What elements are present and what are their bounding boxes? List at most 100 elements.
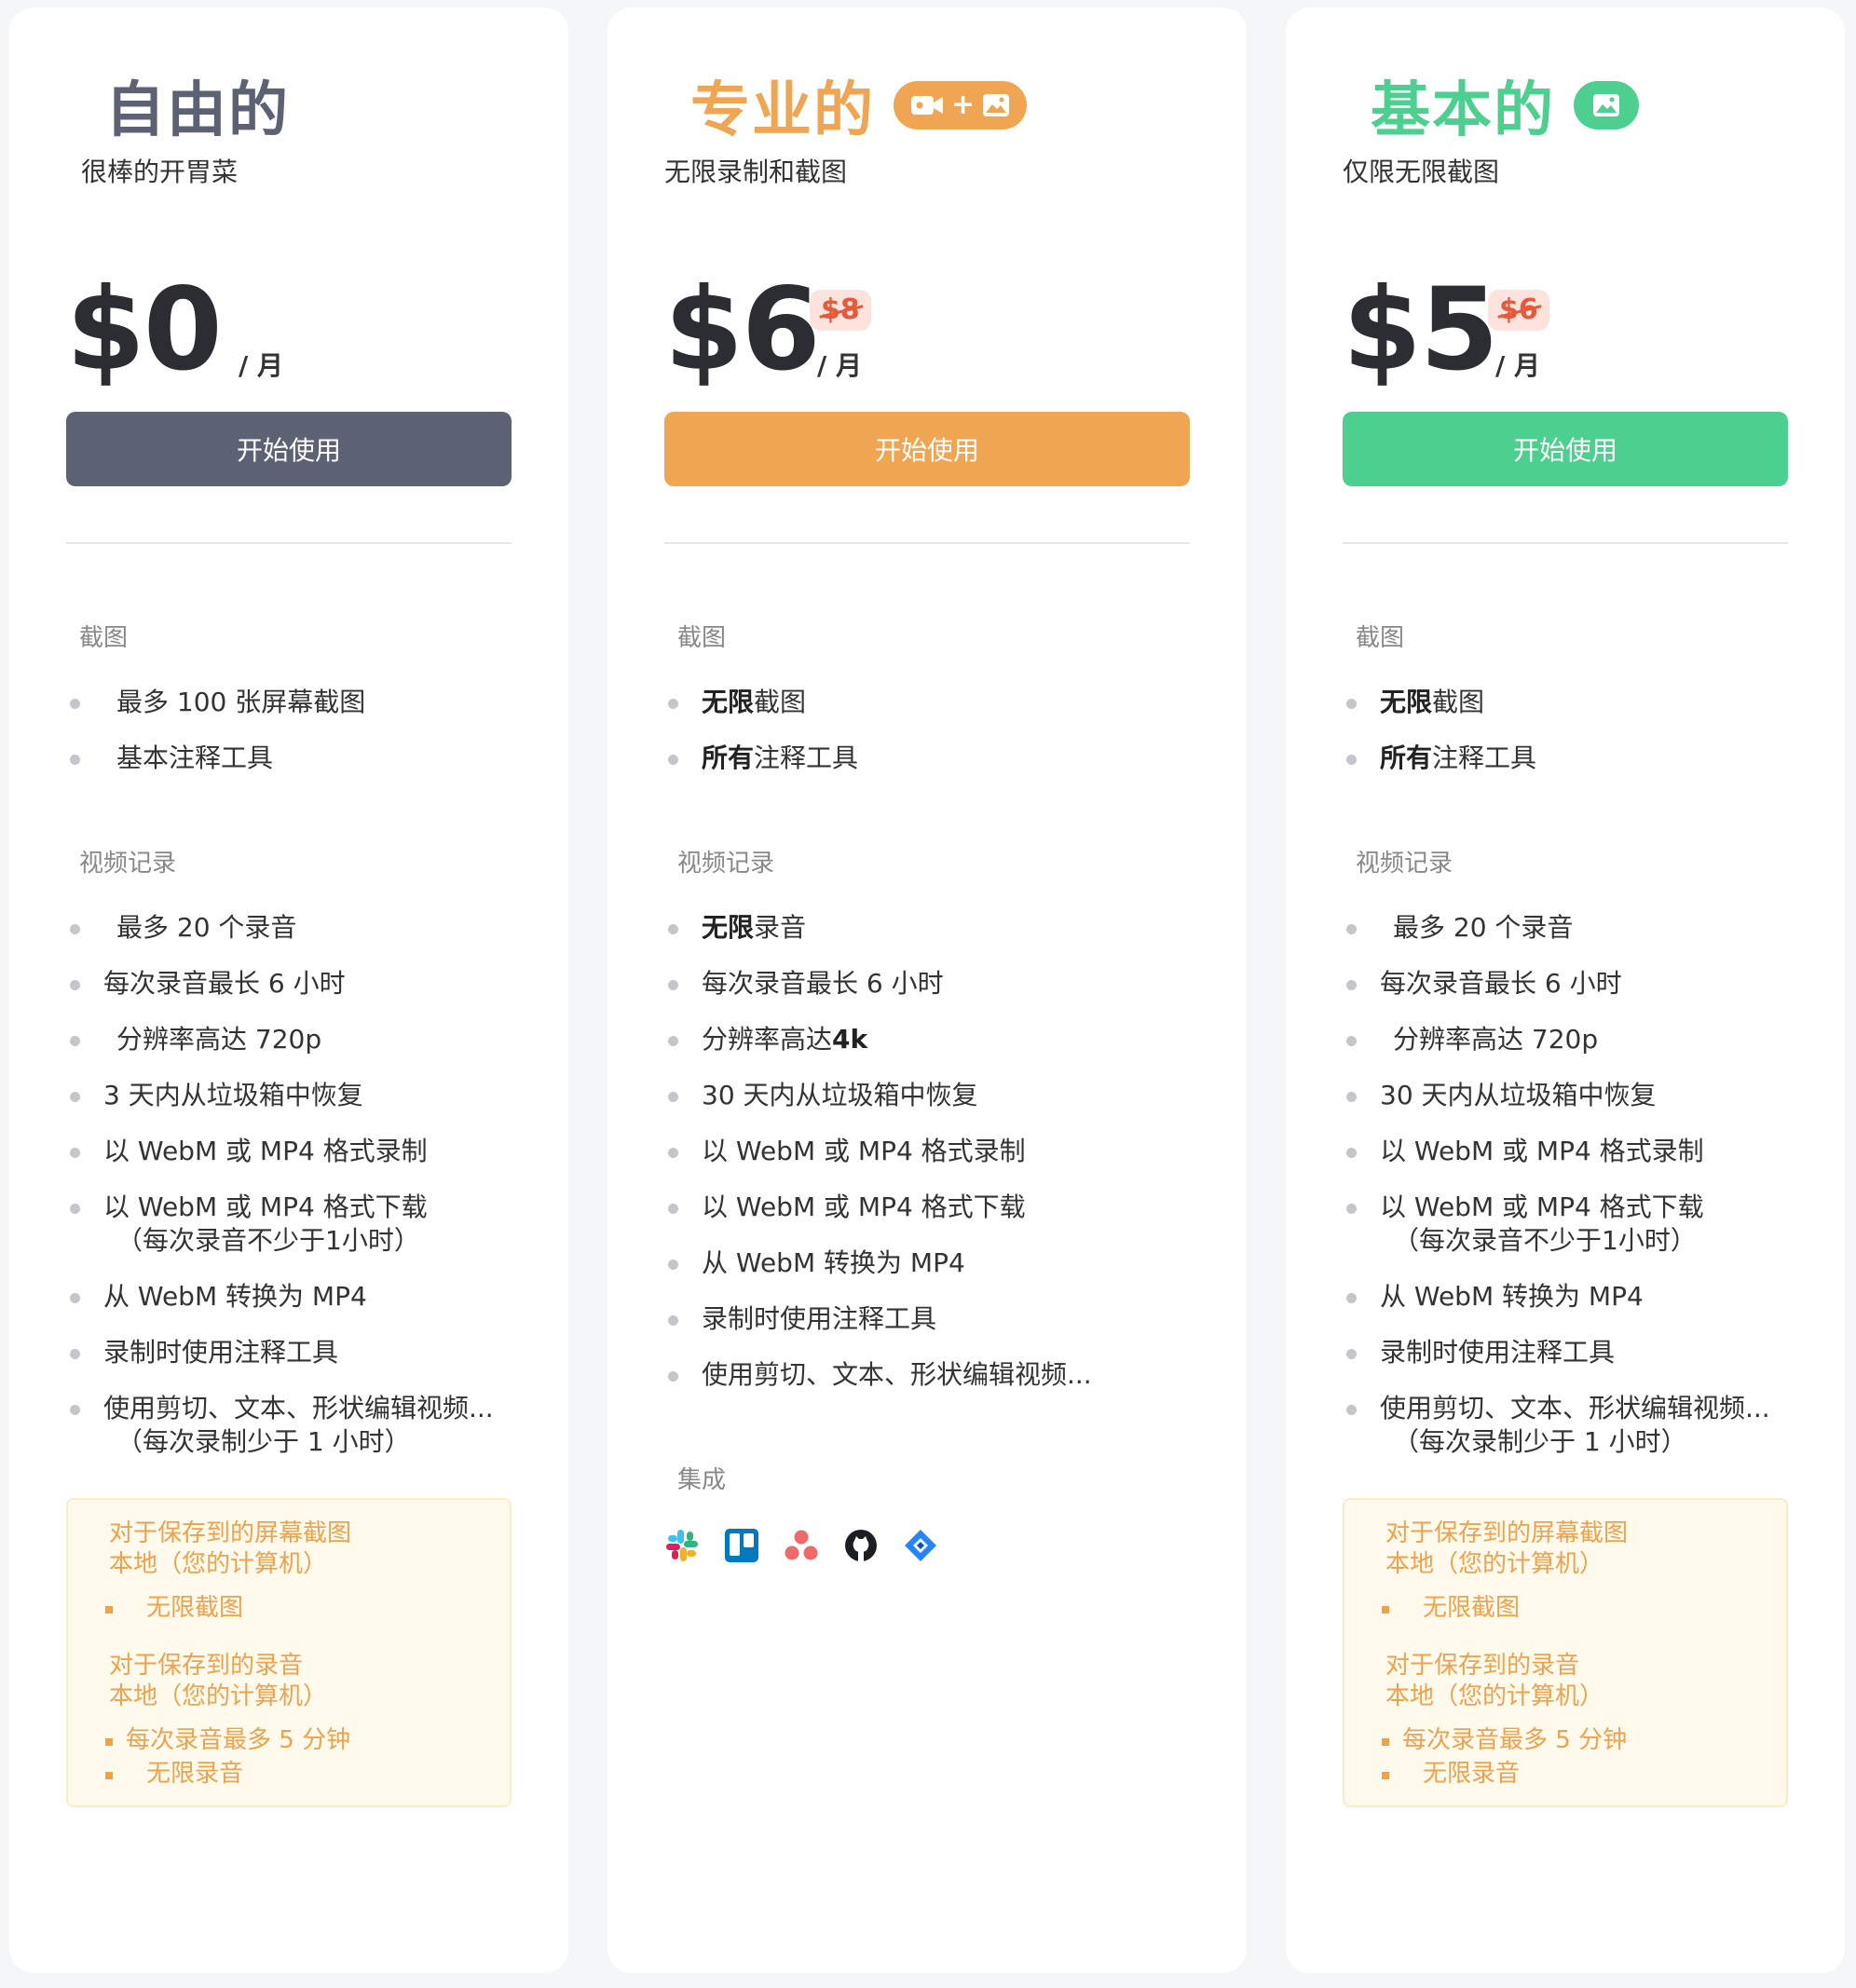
price: $5 bbox=[1343, 264, 1499, 396]
local-item: 无限截图 bbox=[1382, 1593, 1520, 1624]
list-item: 从 WebM 转换为 MP4 bbox=[664, 1246, 1190, 1280]
list-item: 分辨率高达 720p bbox=[1343, 1023, 1788, 1056]
list-item: 无限截图 bbox=[1343, 686, 1788, 719]
list-item: 所有注释工具 bbox=[1343, 742, 1788, 775]
section-label-screenshots: 截图 bbox=[677, 624, 727, 652]
list-item: 使用剪切、文本、形状编辑视频... （每次录制少于 1 小时） bbox=[66, 1392, 512, 1459]
divider bbox=[664, 542, 1190, 544]
price-period: / 月 bbox=[239, 350, 283, 381]
plan-card-basic: 基本的 仅限无限截图 $5 $6 / 月 开始使用 截图 无限截图 所有注释工具 bbox=[1286, 7, 1845, 1973]
list-item: 使用剪切、文本、形状编辑视频... （每次录制少于 1 小时） bbox=[1343, 1392, 1788, 1459]
price: $0 bbox=[66, 264, 223, 396]
divider bbox=[66, 542, 512, 544]
list-item: 以 WebM 或 MP4 格式录制 bbox=[1343, 1135, 1788, 1168]
list-item: 从 WebM 转换为 MP4 bbox=[66, 1280, 512, 1314]
list-item: 无限截图 bbox=[664, 686, 1190, 719]
old-price-badge: $8 bbox=[810, 290, 871, 331]
local-heading: 本地（您的计算机） bbox=[109, 1682, 328, 1710]
price-period: / 月 bbox=[1495, 350, 1540, 381]
list-item: 分辨率高达4k bbox=[664, 1023, 1190, 1056]
list-item: 无限录音 bbox=[664, 911, 1190, 945]
list-item: 每次录音最长 6 小时 bbox=[664, 967, 1190, 1001]
plan-title: 基本的 bbox=[1371, 76, 1555, 145]
local-heading: 本地（您的计算机） bbox=[109, 1550, 328, 1578]
image-icon bbox=[1592, 93, 1620, 117]
list-item: 每次录音最长 6 小时 bbox=[66, 967, 512, 1001]
list-item: 以 WebM 或 MP4 格式下载 （每次录音不少于1小时） bbox=[1343, 1191, 1788, 1258]
list-item: 每次录音最长 6 小时 bbox=[1343, 967, 1788, 1001]
jira-icon[interactable] bbox=[903, 1528, 938, 1563]
local-heading: 对于保存到的屏幕截图 bbox=[1385, 1519, 1629, 1547]
plan-subtitle: 无限录制和截图 bbox=[664, 157, 848, 187]
local-heading: 本地（您的计算机） bbox=[1385, 1550, 1604, 1578]
list-item: 录制时使用注释工具 bbox=[1343, 1336, 1788, 1369]
list-item: 录制时使用注释工具 bbox=[66, 1336, 512, 1369]
local-item: 无限录音 bbox=[105, 1759, 243, 1790]
list-item: 以 WebM 或 MP4 格式下载 bbox=[664, 1191, 1190, 1224]
local-heading: 对于保存到的屏幕截图 bbox=[109, 1519, 352, 1547]
list-item: 从 WebM 转换为 MP4 bbox=[1343, 1280, 1788, 1314]
section-label-screenshots: 截图 bbox=[1356, 624, 1405, 652]
video-features: 最多 20 个录音 每次录音最长 6 小时 分辨率高达 720p 3 天内从垃圾… bbox=[66, 911, 512, 1459]
list-item: 基本注释工具 bbox=[66, 742, 512, 775]
slack-icon[interactable] bbox=[664, 1528, 700, 1563]
price-period: / 月 bbox=[817, 350, 862, 381]
plan-badge: + bbox=[894, 81, 1028, 129]
list-item: 以 WebM 或 MP4 格式录制 bbox=[66, 1135, 512, 1168]
trello-icon[interactable] bbox=[724, 1528, 759, 1563]
start-button[interactable]: 开始使用 bbox=[1343, 412, 1788, 486]
start-button[interactable]: 开始使用 bbox=[664, 412, 1190, 486]
list-item: 分辨率高达 720p bbox=[66, 1023, 512, 1056]
list-item: 30 天内从垃圾箱中恢复 bbox=[1343, 1079, 1788, 1112]
price-row: $6 $8 / 月 bbox=[664, 273, 1190, 394]
image-icon bbox=[982, 93, 1010, 117]
plan-title-row: 基本的 bbox=[1371, 63, 1639, 147]
plan-title-row: 专业的 + bbox=[690, 63, 1028, 147]
old-price-badge: $6 bbox=[1488, 290, 1549, 331]
video-features: 最多 20 个录音 每次录音最长 6 小时 分辨率高达 720p 30 天内从垃… bbox=[1343, 911, 1788, 1459]
list-item: 使用剪切、文本、形状编辑视频... bbox=[664, 1358, 1190, 1392]
divider bbox=[1343, 542, 1788, 544]
section-label-video: 视频记录 bbox=[677, 850, 775, 878]
section-label-video: 视频记录 bbox=[79, 850, 177, 878]
video-features: 无限录音 每次录音最长 6 小时 分辨率高达4k 30 天内从垃圾箱中恢复 以 … bbox=[664, 911, 1190, 1392]
screenshot-features: 无限截图 所有注释工具 bbox=[1343, 686, 1788, 775]
section-label-screenshots: 截图 bbox=[79, 624, 129, 652]
list-item: 30 天内从垃圾箱中恢复 bbox=[664, 1079, 1190, 1112]
price-row: $5 $6 / 月 bbox=[1343, 273, 1788, 394]
local-heading: 对于保存到的录音 bbox=[1385, 1652, 1580, 1680]
github-icon[interactable] bbox=[843, 1528, 879, 1563]
plus-icon: + bbox=[951, 89, 976, 121]
plan-badge bbox=[1574, 81, 1639, 129]
plan-title-row: 自由的 bbox=[105, 63, 290, 147]
plan-title: 自由的 bbox=[105, 76, 290, 145]
price-row: $0 / 月 bbox=[66, 273, 512, 394]
local-storage-box: 对于保存到的屏幕截图 本地（您的计算机） 无限截图 对于保存到的录音 本地（您的… bbox=[66, 1498, 512, 1807]
video-camera-icon bbox=[910, 93, 944, 117]
local-item: 无限截图 bbox=[105, 1593, 243, 1624]
plan-title: 专业的 bbox=[690, 76, 875, 145]
local-heading: 对于保存到的录音 bbox=[109, 1652, 304, 1680]
list-item: 最多 20 个录音 bbox=[1343, 911, 1788, 945]
plan-card-pro: 专业的 + 无限录制和截图 $6 $8 / 月 开始使用 截图 无限截图 所有注… bbox=[607, 7, 1247, 1973]
list-item: 录制时使用注释工具 bbox=[664, 1302, 1190, 1336]
local-item: 每次录音最多 5 分钟 bbox=[1382, 1725, 1627, 1756]
pricing-page: 自由的 很棒的开胃菜 $0 / 月 开始使用 截图 最多 100 张屏幕截图 基… bbox=[0, 0, 1856, 1988]
list-item: 以 WebM 或 MP4 格式录制 bbox=[664, 1135, 1190, 1168]
plan-subtitle: 很棒的开胃菜 bbox=[81, 157, 239, 187]
price: $6 bbox=[664, 264, 821, 396]
plan-subtitle: 仅限无限截图 bbox=[1343, 157, 1500, 187]
plan-card-free: 自由的 很棒的开胃菜 $0 / 月 开始使用 截图 最多 100 张屏幕截图 基… bbox=[9, 7, 568, 1973]
integrations-row bbox=[664, 1528, 938, 1563]
list-item: 以 WebM 或 MP4 格式下载 （每次录音不少于1小时） bbox=[66, 1191, 512, 1258]
list-item: 最多 20 个录音 bbox=[66, 911, 512, 945]
section-label-integrations: 集成 bbox=[677, 1466, 727, 1494]
screenshot-features: 无限截图 所有注释工具 bbox=[664, 686, 1190, 775]
local-item: 每次录音最多 5 分钟 bbox=[105, 1725, 350, 1756]
screenshot-features: 最多 100 张屏幕截图 基本注释工具 bbox=[66, 686, 512, 775]
asana-icon[interactable] bbox=[784, 1528, 819, 1563]
local-heading: 本地（您的计算机） bbox=[1385, 1682, 1604, 1710]
local-item: 无限录音 bbox=[1382, 1759, 1520, 1790]
start-button[interactable]: 开始使用 bbox=[66, 412, 512, 486]
list-item: 3 天内从垃圾箱中恢复 bbox=[66, 1079, 512, 1112]
